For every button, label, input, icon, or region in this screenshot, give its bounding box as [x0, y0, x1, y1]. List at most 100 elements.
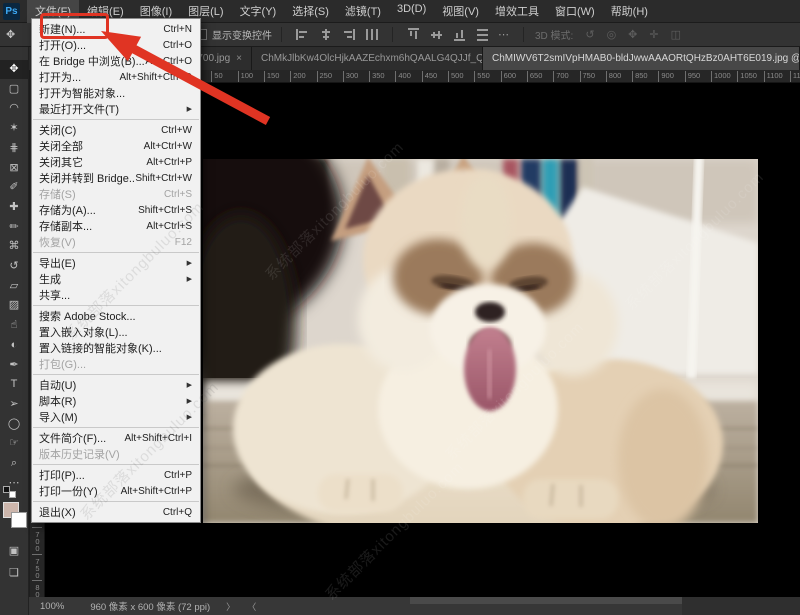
menu-item-place-linked[interactable]: 置入链接的智能对象(K)...	[32, 340, 200, 356]
menu-item-label: 自动(U)	[39, 377, 76, 393]
zoom-tool[interactable]: ⌕	[0, 454, 28, 473]
brush-tool[interactable]: ✏	[0, 218, 28, 237]
options-divider	[392, 27, 393, 42]
menu-separator	[33, 501, 199, 502]
menu-item-save-copy[interactable]: 存储副本...Alt+Ctrl+S	[32, 218, 200, 234]
menu-item-file-info[interactable]: 文件简介(F)...Alt+Shift+Ctrl+I	[32, 430, 200, 446]
healing-brush-tool[interactable]: ✚	[0, 198, 28, 217]
document-tab-2[interactable]: ChMkJlbKw4OlcHjkAAZEchxm6hQAALG4QJJf_QAB…	[252, 47, 483, 70]
menu-separator	[33, 252, 199, 253]
3d-mode-label: 3D 模式:	[535, 27, 573, 42]
type-tool[interactable]: T	[0, 375, 28, 394]
menu-item-export[interactable]: 导出(E)▶	[32, 255, 200, 271]
3d-slide-icon[interactable]: ✛	[649, 28, 658, 41]
menubar-item-filter[interactable]: 滤镜(T)	[337, 0, 389, 23]
menu-item-import[interactable]: 导入(M)▶	[32, 409, 200, 425]
menu-item-scripts[interactable]: 脚本(R)▶	[32, 393, 200, 409]
eyedropper-tool[interactable]: ✐	[0, 178, 28, 197]
menu-item-automate[interactable]: 自动(U)▶	[32, 377, 200, 393]
magic-wand-tool[interactable]: ✶	[0, 119, 28, 138]
tab-label: 700.jpg	[197, 53, 230, 64]
3d-drag-icon[interactable]: ✥	[628, 28, 637, 41]
ruler-tick-1150: 1150	[790, 71, 800, 82]
3d-rotate-icon[interactable]: ↺	[585, 28, 594, 41]
menu-item-close-and-go-to-bridge[interactable]: 关闭并转到 Bridge...Shift+Ctrl+W	[32, 170, 200, 186]
history-brush-tool[interactable]: ↺	[0, 257, 28, 276]
align-horizontal-centers-icon[interactable]	[319, 29, 332, 40]
align-bottom-edges-icon[interactable]	[454, 28, 465, 41]
align-top-edges-icon[interactable]	[408, 28, 419, 41]
menu-item-label: 共享...	[39, 287, 70, 303]
clone-stamp-tool[interactable]: ⌘	[0, 237, 28, 256]
pen-tool[interactable]: ✒	[0, 356, 28, 375]
align-left-edges-icon[interactable]	[296, 29, 309, 40]
status-prev-icon[interactable]: 〈	[247, 600, 256, 613]
menu-item-exit[interactable]: 退出(X)Ctrl+Q	[32, 504, 200, 520]
menu-item-shortcut: Alt+Shift+Ctrl+O	[119, 72, 192, 83]
menu-item-open-recent[interactable]: 最近打开文件(T)▶	[32, 101, 200, 117]
menu-item-label: 存储副本...	[39, 218, 92, 234]
quick-mask-button[interactable]: ▣	[0, 542, 28, 561]
menu-item-search-adobe-stock[interactable]: 搜索 Adobe Stock...	[32, 308, 200, 324]
menu-item-close-others[interactable]: 关闭其它Alt+Ctrl+P	[32, 154, 200, 170]
screen-mode-button[interactable]: ❏	[0, 564, 28, 583]
show-transform-label: 显示变换控件	[212, 27, 272, 42]
menu-item-share[interactable]: 共享...	[32, 287, 200, 303]
menubar-item-threed[interactable]: 3D(D)	[389, 0, 434, 23]
menu-item-open[interactable]: 打开(O)...Ctrl+O	[32, 37, 200, 53]
document-size-text: 960 像素 x 600 像素 (72 ppi)	[90, 599, 210, 613]
submenu-arrow-icon: ▶	[187, 275, 192, 283]
menu-item-print[interactable]: 打印(P)...Ctrl+P	[32, 467, 200, 483]
swap-colors-icon[interactable]	[9, 491, 16, 498]
options-divider	[281, 27, 282, 42]
menu-item-label: 版本历史记录(V)	[39, 446, 120, 462]
gradient-tool[interactable]: ▨	[0, 296, 28, 315]
menu-item-generate[interactable]: 生成▶	[32, 271, 200, 287]
distribute-horizontal-icon[interactable]	[365, 29, 378, 40]
menu-item-close[interactable]: 关闭(C)Ctrl+W	[32, 122, 200, 138]
ruler-tick-750: 750	[32, 554, 42, 578]
3d-scale-icon[interactable]: ◫	[671, 28, 681, 41]
menu-item-save-as[interactable]: 存储为(A)...Shift+Ctrl+S	[32, 202, 200, 218]
eraser-tool[interactable]: ▱	[0, 277, 28, 296]
menu-separator	[33, 119, 199, 120]
document-tab-3[interactable]: ChMIWV6T2smIVpHMAB0-bldJwwAAAORtQHzBz0AH…	[483, 47, 800, 70]
canvas-image[interactable]	[203, 159, 758, 523]
horizontal-scrollbar[interactable]	[410, 597, 682, 604]
menu-item-close-all[interactable]: 关闭全部Alt+Ctrl+W	[32, 138, 200, 154]
menu-item-browse-in-bridge[interactable]: 在 Bridge 中浏览(B)...Alt+Ctrl+O	[32, 53, 200, 69]
menu-item-place-embedded[interactable]: 置入嵌入对象(L)...	[32, 324, 200, 340]
3d-roll-icon[interactable]: ◎	[607, 28, 617, 41]
frame-tool[interactable]: ⊠	[0, 159, 28, 178]
status-next-icon[interactable]: 〉	[226, 600, 235, 613]
menu-item-shortcut: Alt+Shift+Ctrl+I	[124, 433, 192, 444]
menu-item-shortcut: Shift+Ctrl+W	[135, 173, 192, 184]
lasso-tool[interactable]: ◠	[0, 99, 28, 118]
dodge-tool[interactable]: ◐	[0, 336, 28, 355]
menu-item-shortcut: Ctrl+S	[164, 189, 192, 200]
menubar-item-select[interactable]: 选择(S)	[284, 0, 337, 23]
menubar-item-plugins[interactable]: 增效工具	[487, 0, 547, 23]
crop-tool[interactable]: ⋕	[0, 139, 28, 158]
background-color-swatch[interactable]	[11, 512, 27, 528]
menubar-item-view[interactable]: 视图(V)	[434, 0, 487, 23]
menu-item-print-one-copy[interactable]: 打印一份(Y)Alt+Shift+Ctrl+P	[32, 483, 200, 499]
tab-close-icon[interactable]: ×	[236, 53, 242, 64]
hand-tool[interactable]: ☞	[0, 434, 28, 453]
move-tool[interactable]: ✥	[0, 60, 28, 79]
smudge-tool[interactable]: ☝	[0, 316, 28, 335]
menu-item-open-as-smart-object[interactable]: 打开为智能对象...	[32, 85, 200, 101]
menu-item-open-as[interactable]: 打开为...Alt+Shift+Ctrl+O	[32, 69, 200, 85]
zoom-level-field[interactable]: 100%	[40, 601, 64, 612]
shape-tool[interactable]: ◯	[0, 415, 28, 434]
marquee-tool[interactable]: ▢	[0, 80, 28, 99]
align-right-edges-icon[interactable]	[342, 29, 355, 40]
align-vertical-centers-icon[interactable]	[431, 28, 442, 41]
distribute-vertical-icon[interactable]	[477, 28, 488, 41]
menubar-item-type[interactable]: 文字(Y)	[232, 0, 285, 23]
more-align-options-icon[interactable]: ⋯	[498, 28, 510, 41]
ruler-tick-900: 900	[658, 71, 674, 82]
menubar-item-help[interactable]: 帮助(H)	[603, 0, 656, 23]
path-selection-tool[interactable]: ➢	[0, 395, 28, 414]
menubar-item-window[interactable]: 窗口(W)	[547, 0, 603, 23]
